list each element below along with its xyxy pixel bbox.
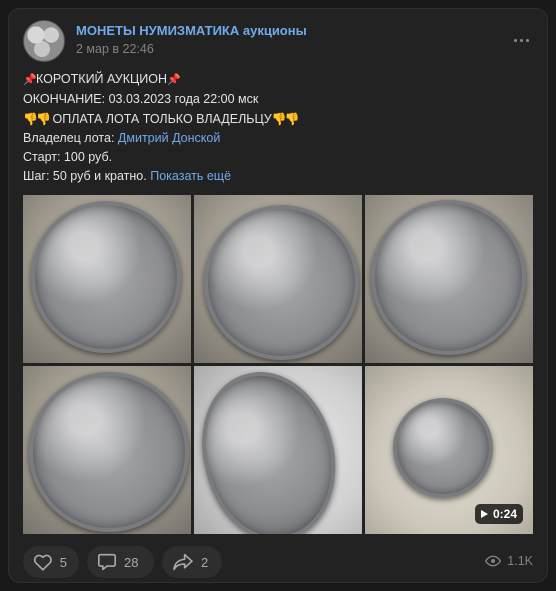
views-count: 1.1K [507,554,533,568]
text-line-owner: Владелец лота: Дмитрий Донской [23,129,537,148]
comment-icon [98,553,116,571]
title-text: КОРОТКИЙ АУКЦИОН [36,72,167,86]
text-line-start: Старт: 100 руб. [23,150,113,165]
photo-coin-obverse[interactable] [194,195,362,363]
text-line-payment: 👎👎 ОПЛАТА ЛОТА ТОЛЬКО ВЛАДЕЛЬЦУ👎👎 [23,110,537,129]
pointing-down-hand-icon: 👎 [36,111,51,126]
owner-link[interactable]: Дмитрий Донской [118,131,220,145]
comment-button[interactable]: 28 [87,546,154,578]
media-grid: 0:24 [23,195,533,535]
like-button[interactable]: 5 [23,546,79,578]
photo-coin-obverse-angle[interactable] [23,366,191,534]
post-date[interactable]: 2 мар в 22:46 [76,42,154,56]
coin-image [29,372,189,532]
photo-coin-reverse[interactable] [23,195,191,363]
play-icon [480,510,488,518]
text-line-step: Шаг: 50 руб и кратно. Показать ещё [23,167,537,186]
wall-post: МОНЕТЫ НУМИЗМАТИКА аукционы 2 мар в 22:4… [8,8,548,583]
pointing-down-hand-icon: 👎 [284,111,300,126]
share-icon [173,553,193,571]
like-count: 5 [59,554,67,570]
text-line-ending: ОКОНЧАНИЕ: 03.03.2023 года 22:00 мск [23,92,259,107]
group-avatar[interactable] [23,20,65,62]
pushpin-icon: 📌 [23,74,37,86]
share-button[interactable]: 2 [162,546,222,578]
coin-image [371,200,526,355]
pushpin-icon: 📌 [167,74,181,86]
payment-text: ОПЛАТА ЛОТА ТОЛЬКО ВЛАДЕЛЬЦУ [52,111,272,126]
views-counter: 1.1K [485,554,533,568]
show-more-link[interactable]: Показать ещё [150,169,231,183]
pointing-down-hand-icon: 👎 [271,111,287,126]
video-duration-badge: 0:24 [474,504,523,524]
post-actions: 5 28 2 1.1K [23,546,533,578]
comment-count: 28 [124,554,139,570]
photo-coin-edge[interactable] [194,366,362,534]
video-duration: 0:24 [492,507,517,521]
post-text: 📌КОРОТКИЙ АУКЦИОН📌 ОКОНЧАНИЕ: 03.03.2023… [23,70,537,187]
coin-image [31,201,181,353]
step-text: Шаг: 50 руб и кратно. [23,169,147,184]
eye-icon [485,555,502,567]
owner-label: Владелец лота: [23,130,115,145]
heart-icon [33,554,52,571]
group-name-link[interactable]: МОНЕТЫ НУМИЗМАТИКА аукционы [76,23,307,38]
video-coin[interactable]: 0:24 [365,366,533,534]
post-header: МОНЕТЫ НУМИЗМАТИКА аукционы 2 мар в 22:4… [23,20,533,70]
photo-coin-reverse-angle[interactable] [365,195,533,363]
share-count: 2 [201,554,209,570]
coin-image [194,366,353,534]
coin-image [393,398,493,498]
pointing-down-hand-icon: 👎 [23,111,38,126]
more-options-icon[interactable] [509,30,533,50]
text-line-title: 📌КОРОТКИЙ АУКЦИОН📌 [23,70,537,90]
coin-image [204,205,359,360]
